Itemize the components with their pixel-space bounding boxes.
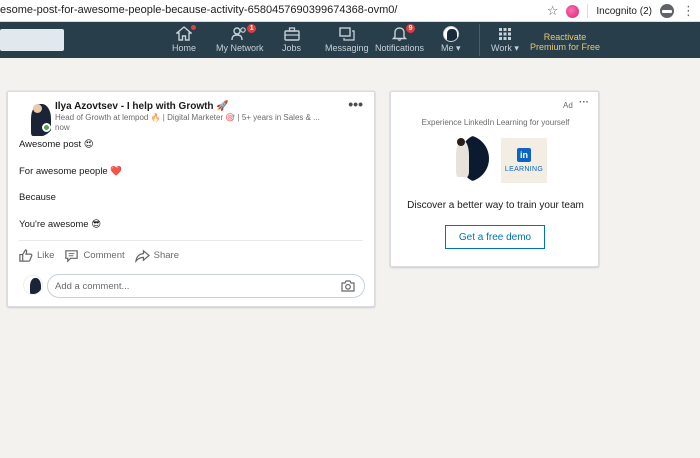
browser-menu-icon[interactable]: ⋮ bbox=[682, 3, 695, 19]
me-icon-wrap bbox=[442, 25, 459, 42]
post-more-icon[interactable]: ••• bbox=[348, 96, 363, 112]
nav-home-label: Home bbox=[172, 43, 197, 53]
actions-divider bbox=[19, 240, 363, 241]
linkedin-in-icon: in bbox=[517, 148, 531, 162]
me-avatar bbox=[442, 25, 459, 42]
learning-wordmark: LEARNING bbox=[504, 166, 544, 173]
toolbar-divider bbox=[587, 4, 589, 18]
ad-card: Ad ··· Experience LinkedIn Learning for … bbox=[390, 91, 599, 267]
share-label: Share bbox=[153, 249, 179, 261]
messaging-icon bbox=[339, 25, 355, 42]
address-bar[interactable]: esome-post-for-awesome-people-because-ac… bbox=[0, 4, 397, 16]
post-line: For awesome people ❤️ bbox=[19, 165, 123, 177]
ad-more-icon[interactable]: ··· bbox=[579, 97, 589, 108]
online-status-icon bbox=[42, 123, 51, 132]
comment-box bbox=[18, 272, 368, 298]
nav-work-label: Work ▾ bbox=[491, 43, 519, 53]
network-badge: 1 bbox=[246, 23, 258, 34]
briefcase-icon bbox=[283, 25, 300, 42]
comment-button[interactable]: Comment bbox=[64, 248, 125, 263]
share-icon bbox=[134, 249, 150, 263]
incognito-icon[interactable] bbox=[660, 4, 674, 18]
bell-icon: 9 bbox=[392, 23, 417, 42]
social-actions: Like Comment Share bbox=[18, 247, 189, 263]
comment-icon bbox=[65, 249, 79, 263]
commenter-avatar bbox=[23, 275, 43, 295]
nav-me[interactable]: Me ▾ bbox=[441, 25, 461, 57]
network-icon: 1 bbox=[231, 23, 258, 42]
nav-jobs[interactable]: Jobs bbox=[282, 25, 301, 57]
nav-work[interactable]: Work ▾ bbox=[491, 25, 519, 57]
browser-toolbar: esome-post-for-awesome-people-because-ac… bbox=[0, 0, 700, 22]
camera-icon[interactable] bbox=[341, 280, 355, 292]
post-card: Ilya Azovtsev - I help with Growth 🚀 Hea… bbox=[7, 91, 375, 307]
comment-label: Comment bbox=[83, 249, 125, 261]
nav-my-network-label: My Network bbox=[216, 43, 264, 53]
incognito-label[interactable]: Incognito (2) bbox=[596, 6, 652, 17]
nav-divider bbox=[479, 24, 480, 56]
ad-headline: Discover a better way to train your team bbox=[407, 200, 584, 211]
author-headline: Head of Growth at lempod 🔥 | Digital Mar… bbox=[55, 113, 320, 122]
browser-controls: ☆ Incognito (2) ⋮ bbox=[547, 2, 695, 20]
post-text: Awesome post 😍 For awesome people ❤️ Bec… bbox=[19, 138, 122, 231]
ad-label: Ad bbox=[563, 101, 573, 110]
premium-line-1: Reactivate bbox=[543, 32, 587, 42]
post-line: You're awesome 😎 bbox=[19, 218, 102, 230]
notifications-badge: 9 bbox=[405, 23, 417, 34]
reactivate-premium-link[interactable]: Reactivate Premium for Free bbox=[527, 32, 603, 52]
bookmark-star-icon[interactable]: ☆ bbox=[547, 3, 559, 19]
extension-icon[interactable] bbox=[566, 4, 580, 18]
share-button[interactable]: Share bbox=[134, 248, 179, 263]
linkedin-learning-logo[interactable]: in LEARNING bbox=[501, 138, 547, 183]
nav-home[interactable]: Home bbox=[172, 24, 197, 57]
nav-messaging[interactable]: Messaging bbox=[325, 25, 369, 57]
grid-icon bbox=[498, 25, 512, 42]
nav-my-network[interactable]: 1 My Network bbox=[216, 23, 264, 57]
post-line: Awesome post 😍 bbox=[19, 139, 94, 150]
author-avatar[interactable] bbox=[19, 101, 55, 137]
like-button[interactable]: Like bbox=[18, 248, 54, 263]
ad-user-photo bbox=[442, 135, 489, 182]
home-icon bbox=[176, 24, 197, 42]
thumbs-up-icon bbox=[19, 248, 33, 262]
nav-me-label: Me ▾ bbox=[441, 43, 461, 53]
nav-messaging-label: Messaging bbox=[325, 43, 369, 53]
nav-notifications-label: Notifications bbox=[375, 43, 425, 53]
search-input[interactable] bbox=[0, 29, 64, 51]
nav-notifications[interactable]: 9 Notifications bbox=[375, 23, 425, 57]
post-line: Because bbox=[19, 192, 56, 203]
comment-input[interactable] bbox=[47, 274, 365, 298]
get-free-demo-button[interactable]: Get a free demo bbox=[445, 225, 545, 249]
url-text: esome-post-for-awesome-people-because-ac… bbox=[0, 4, 398, 16]
nav-jobs-label: Jobs bbox=[282, 43, 302, 53]
ad-tagline: Experience LinkedIn Learning for yoursel… bbox=[421, 118, 570, 127]
global-nav: Home 1 My Network Jobs Messaging 9 Notif… bbox=[0, 22, 700, 58]
home-badge bbox=[190, 24, 197, 31]
author-name[interactable]: Ilya Azovtsev - I help with Growth 🚀 bbox=[55, 101, 229, 112]
post-timestamp: now bbox=[55, 123, 70, 132]
premium-line-2: Premium for Free bbox=[529, 42, 600, 52]
like-label: Like bbox=[37, 249, 55, 261]
